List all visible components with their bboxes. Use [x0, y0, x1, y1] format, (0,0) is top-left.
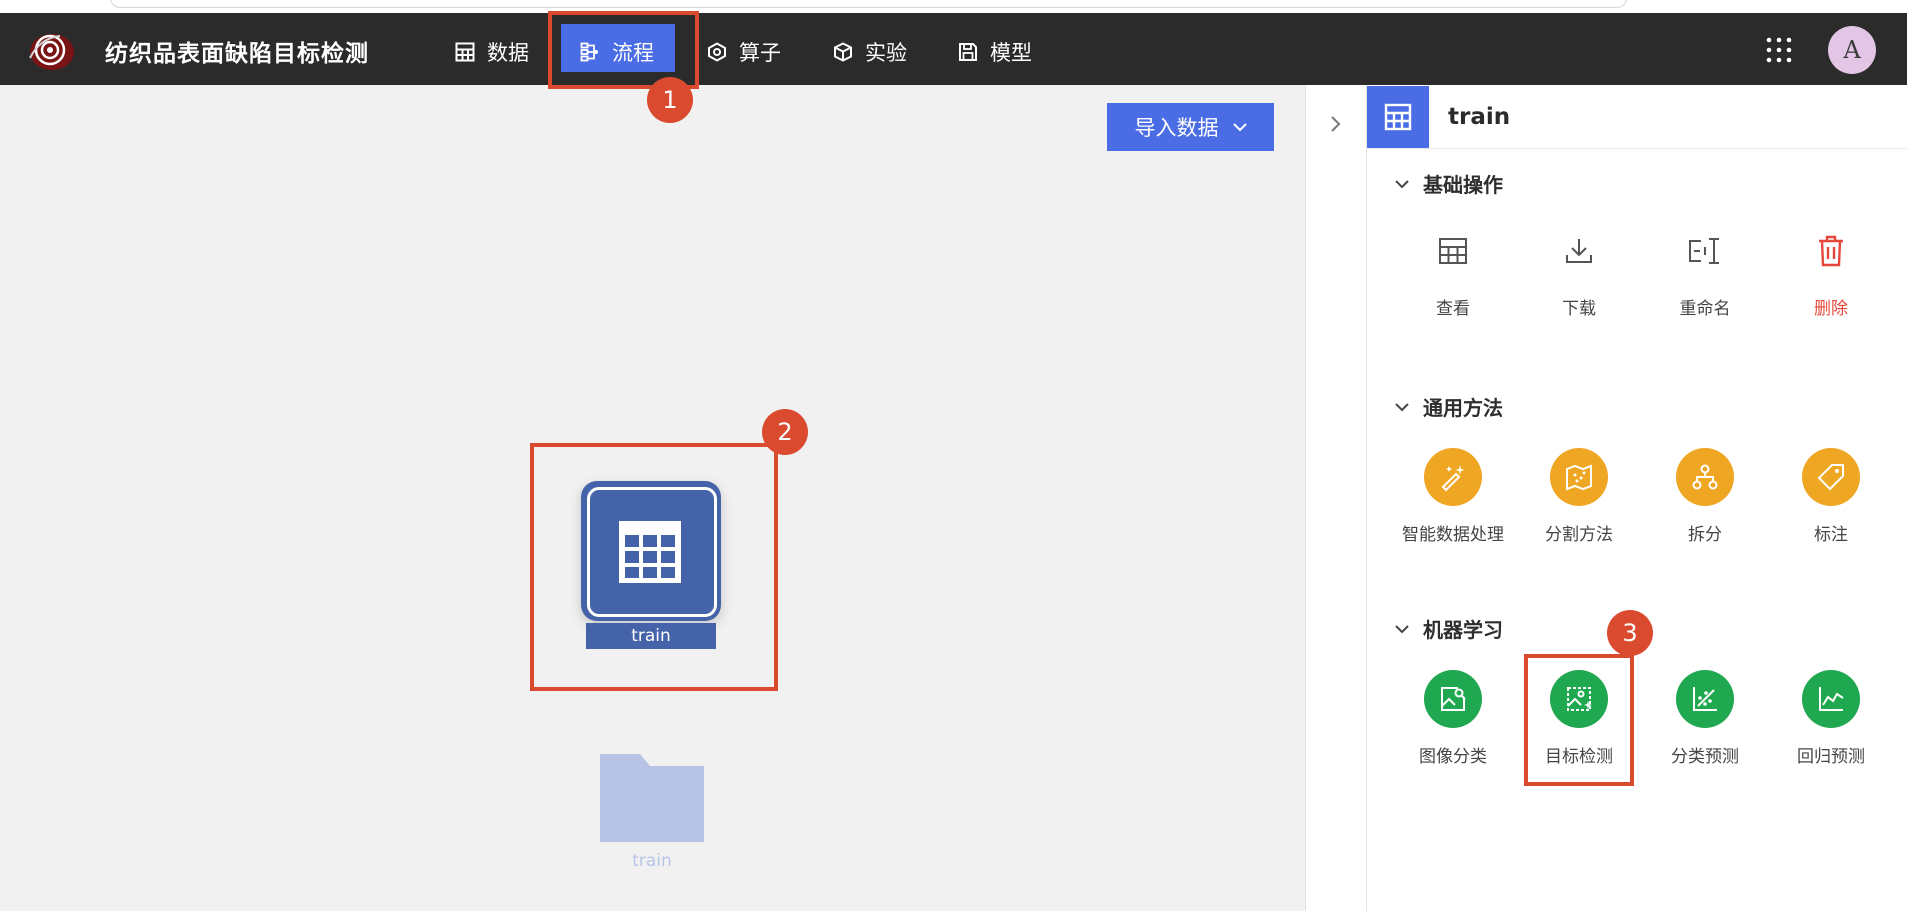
section-general-methods-header[interactable]: 通用方法: [1395, 392, 1503, 421]
nav-tab-experiment[interactable]: 实验: [833, 35, 907, 69]
section-title: 机器学习: [1423, 618, 1503, 642]
import-data-label: 导入数据: [1134, 116, 1219, 140]
annotation-marker-3: 3: [1607, 610, 1653, 656]
branch-icon: [1692, 464, 1718, 490]
nav-tab-label: 数据: [487, 41, 529, 65]
action-label: 删除: [1814, 299, 1848, 319]
table-icon: [1439, 238, 1467, 264]
action-image-classification[interactable]: 图像分类: [1390, 670, 1516, 767]
chevron-down-icon: [1395, 624, 1409, 633]
rename-icon: [1689, 238, 1719, 264]
annotation-box-2: [530, 443, 778, 691]
user-avatar[interactable]: A: [1828, 26, 1876, 74]
action-regression-prediction[interactable]: 回归预测: [1768, 670, 1894, 767]
nav-tab-label: 算子: [739, 41, 781, 65]
action-rename[interactable]: 重命名: [1642, 222, 1768, 319]
action-annotate[interactable]: 标注: [1768, 448, 1894, 545]
action-label: 智能数据处理: [1402, 525, 1504, 545]
action-icon: [1802, 448, 1860, 506]
panel-header-table-icon: [1367, 86, 1429, 148]
download-icon: [1566, 239, 1592, 263]
nav-tab-model[interactable]: 模型: [958, 35, 1032, 69]
top-navigation-bar: 纺织品表面缺陷目标检测 数据 流程 算子 实验 模型 A: [0, 13, 1907, 85]
action-icon: [1550, 222, 1608, 280]
app-title: 纺织品表面缺陷目标检测: [105, 41, 369, 67]
action-label: 图像分类: [1419, 747, 1487, 767]
trash-icon: [1819, 235, 1843, 267]
annotation-marker-2: 2: [762, 409, 808, 455]
action-icon: [1550, 448, 1608, 506]
action-label: 下载: [1562, 299, 1596, 319]
action-icon: [1424, 448, 1482, 506]
action-icon: [1424, 222, 1482, 280]
tag-icon: [1817, 464, 1844, 491]
app-logo-icon: [29, 34, 74, 70]
import-data-button[interactable]: 导入数据: [1107, 103, 1274, 151]
folder-icon[interactable]: [600, 754, 704, 842]
nav-tab-label: 模型: [990, 41, 1032, 65]
action-icon: [1676, 448, 1734, 506]
action-classification-prediction[interactable]: 分类预测: [1642, 670, 1768, 767]
action-label: 分类预测: [1671, 747, 1739, 767]
panel-title: train: [1448, 104, 1511, 130]
nav-tab-data[interactable]: 数据: [455, 35, 529, 69]
action-icon: [1802, 670, 1860, 728]
action-label: 拆分: [1688, 525, 1722, 545]
apps-grid-icon[interactable]: [1766, 37, 1792, 63]
action-delete[interactable]: 删除: [1768, 222, 1894, 319]
action-smart-data-processing[interactable]: 智能数据处理: [1390, 448, 1516, 545]
line-chart-icon: [1819, 687, 1844, 711]
action-label: 回归预测: [1797, 747, 1865, 767]
chevron-down-icon: [1232, 123, 1247, 132]
action-segmentation[interactable]: 分割方法: [1516, 448, 1642, 545]
chevron-down-icon: [1395, 402, 1409, 411]
nav-tab-label: 实验: [865, 41, 907, 65]
table-icon: [1384, 103, 1412, 131]
action-view[interactable]: 查看: [1390, 222, 1516, 319]
folder-label: train: [632, 851, 672, 871]
panel-divider: [1367, 148, 1907, 149]
action-label: 标注: [1814, 525, 1848, 545]
annotation-box-3: [1524, 654, 1634, 786]
action-split[interactable]: 拆分: [1642, 448, 1768, 545]
action-icon: [1676, 670, 1734, 728]
action-icon: [1676, 222, 1734, 280]
action-icon: [1424, 670, 1482, 728]
action-label: 重命名: [1679, 299, 1731, 319]
scatter-icon: [1693, 687, 1717, 711]
operator-icon: [708, 42, 726, 62]
action-label: 分割方法: [1545, 525, 1613, 545]
annotation-marker-1: 1: [647, 77, 693, 123]
action-label: 查看: [1436, 299, 1470, 319]
action-icon: [1802, 222, 1860, 280]
image-classify-icon: [1441, 687, 1466, 711]
address-bar-edge: [110, 0, 1627, 8]
cube-icon: [834, 42, 852, 62]
table-icon: [455, 42, 475, 62]
split-map-icon: [1566, 464, 1592, 491]
chevron-right-icon[interactable]: [1326, 112, 1346, 136]
save-icon: [959, 43, 977, 61]
section-machine-learning-header[interactable]: 机器学习: [1395, 614, 1503, 643]
chevron-down-icon: [1395, 179, 1409, 188]
browser-address-strip: [0, 0, 1907, 13]
panel-collapse-strip: [1305, 85, 1367, 911]
section-basic-ops-header[interactable]: 基础操作: [1395, 169, 1503, 198]
nav-tab-operator[interactable]: 算子: [707, 35, 781, 69]
magic-wand-icon: [1441, 465, 1465, 492]
action-download[interactable]: 下载: [1516, 222, 1642, 319]
section-title: 基础操作: [1423, 173, 1503, 197]
section-title: 通用方法: [1423, 396, 1503, 420]
